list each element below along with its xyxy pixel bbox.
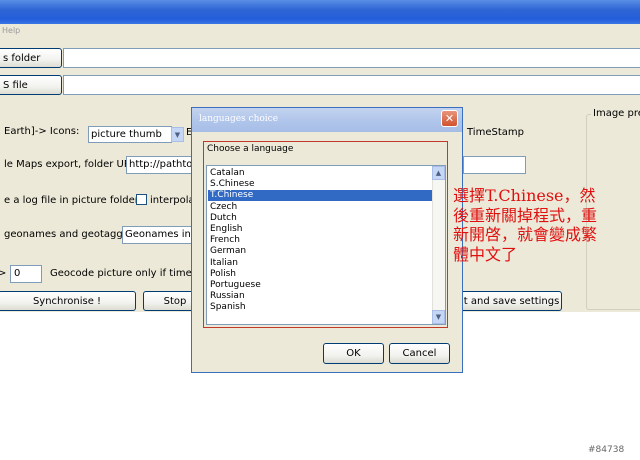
window-title-bar xyxy=(0,0,640,24)
ok-label: OK xyxy=(346,348,361,359)
icons-select-value: picture thumb xyxy=(91,129,162,140)
cancel-button[interactable]: Cancel xyxy=(389,343,450,364)
geocode-value-field[interactable]: 0 xyxy=(10,265,42,283)
listbox-scrollbar[interactable] xyxy=(432,166,445,324)
scroll-up-icon[interactable]: ▲ xyxy=(432,166,445,180)
gps-file-button[interactable]: S file xyxy=(0,75,62,95)
synchronise-label: Synchronise ! xyxy=(32,295,102,307)
photos-folder-button[interactable]: s folder xyxy=(0,48,62,68)
annotation-line-4: 體中文了 xyxy=(453,244,518,264)
stop-label: Stop xyxy=(163,295,187,307)
menu-bar xyxy=(0,24,640,40)
annotation-line-3: 新開啓，就會變成繁 xyxy=(453,225,598,244)
geonames-select-value: Geonames in EX xyxy=(125,229,191,240)
language-item-italian[interactable]: Italian xyxy=(210,258,238,269)
timestamp-label: TimeStamp xyxy=(467,127,524,138)
maps-url-field[interactable]: http://pathtot xyxy=(126,156,196,174)
close-icon[interactable]: ✕ xyxy=(441,110,458,127)
photos-folder-field[interactable] xyxy=(63,48,640,68)
maps-export-label: le Maps export, folder URL= xyxy=(4,159,145,170)
geocode-value: 0 xyxy=(14,268,21,279)
interpolate-checkbox[interactable] xyxy=(136,194,147,205)
ok-button[interactable]: OK xyxy=(323,343,384,364)
language-item-dutch[interactable]: Dutch xyxy=(210,213,237,224)
language-item-catalan[interactable]: Catalan xyxy=(210,168,245,179)
geocode-arrow-label: > xyxy=(0,268,7,279)
menu-item-help[interactable]: Help xyxy=(2,26,20,35)
annotation-line-1: 選擇T.Chinese，然 xyxy=(453,186,596,205)
quit-save-label: uit and save settings xyxy=(454,295,560,307)
icons-select[interactable]: picture thumb xyxy=(88,126,172,143)
language-item-portuguese[interactable]: Portuguese xyxy=(210,280,261,291)
dialog-title: languages choice xyxy=(199,114,279,124)
photos-folder-label: s folder xyxy=(3,52,41,64)
scroll-down-icon[interactable]: ▼ xyxy=(432,310,445,324)
gps-file-field[interactable] xyxy=(63,75,640,95)
language-item-t-chinese[interactable]: T.Chinese xyxy=(208,190,432,201)
icons-select-dropdown-icon[interactable]: ▼ xyxy=(171,127,184,142)
geonames-label: geonames and geotagged xyxy=(4,229,136,240)
language-item-czech[interactable]: Czech xyxy=(210,202,237,213)
language-item-spanish[interactable]: Spanish xyxy=(210,302,246,313)
choose-language-label: Choose a language xyxy=(207,144,294,154)
language-item-german[interactable]: German xyxy=(210,246,246,257)
language-item-french[interactable]: French xyxy=(210,235,240,246)
geonames-select[interactable]: Geonames in EX xyxy=(122,226,194,244)
language-item-s-chinese[interactable]: S.Chinese xyxy=(210,179,255,190)
maps-url-value: http://pathtot xyxy=(129,159,196,170)
earth-icons-label: Earth]-> Icons: xyxy=(4,126,80,137)
maps-url-field-right[interactable] xyxy=(463,156,526,174)
log-file-label: e a log file in picture folder xyxy=(4,195,139,206)
language-item-english[interactable]: English xyxy=(210,224,243,235)
geocode-label: Geocode picture only if time diff xyxy=(50,268,212,279)
image-preview-label: Image prev xyxy=(591,108,640,119)
annotation-line-2: 後重新關掉程式，重 xyxy=(453,205,598,225)
cancel-label: Cancel xyxy=(402,348,437,359)
watermark: #84738 xyxy=(588,445,625,455)
language-item-russian[interactable]: Russian xyxy=(210,291,245,302)
red-annotation: 選擇T.Chinese，然 後重新關掉程式，重 新開啓，就會變成繁 體中文了 xyxy=(453,186,638,264)
gps-file-label: S file xyxy=(3,79,28,91)
language-item-polish[interactable]: Polish xyxy=(210,269,236,280)
synchronise-button[interactable]: Synchronise ! xyxy=(0,291,136,311)
